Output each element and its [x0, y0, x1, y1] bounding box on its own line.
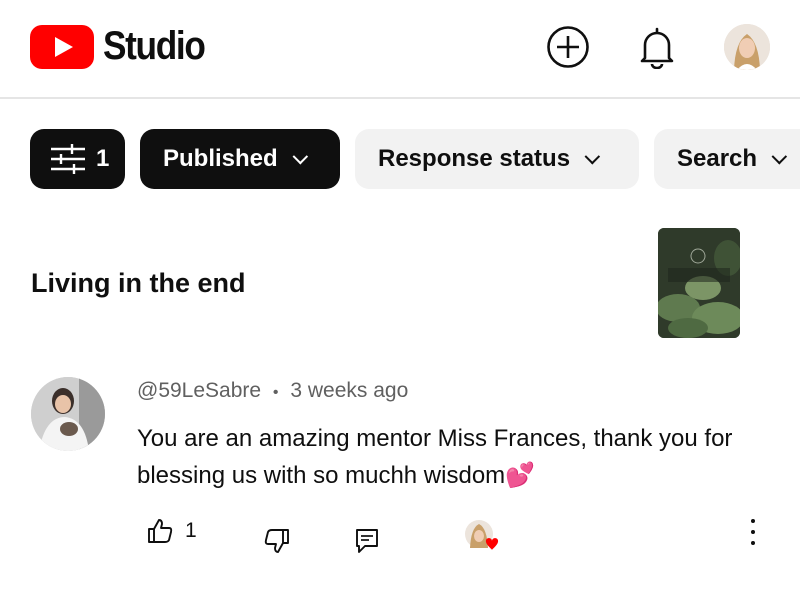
more-dot [751, 530, 755, 534]
creator-heart-icon [465, 520, 499, 550]
more-dot [751, 541, 755, 545]
sliders-icon [51, 144, 85, 174]
dislike-button[interactable] [264, 528, 290, 554]
create-icon [547, 26, 589, 68]
create-button[interactable] [545, 24, 591, 70]
chevron-down-icon [292, 148, 308, 164]
video-title[interactable]: Living in the end [31, 268, 246, 299]
avatar-image [31, 377, 105, 451]
reply-comment-icon [356, 529, 378, 553]
comment-time: 3 weeks ago [290, 379, 409, 402]
youtube-play-logo-icon [30, 24, 94, 69]
more-options-button[interactable] [745, 519, 761, 545]
account-avatar[interactable] [724, 24, 770, 70]
like-count: 1 [185, 519, 197, 542]
notifications-button[interactable] [634, 24, 680, 70]
filter-settings-button[interactable]: 1 [30, 129, 125, 189]
logo-text: Studio [103, 24, 206, 68]
top-app-bar: Studio [0, 0, 800, 99]
chip-label: Response status [378, 145, 571, 172]
thumbnail-image [658, 228, 740, 338]
chevron-down-icon [584, 148, 601, 164]
chip-label: Search [677, 145, 758, 172]
video-thumbnail[interactable] [658, 228, 740, 338]
chevron-down-icon [771, 148, 788, 164]
filter-bar: 1 Published Response status Search [0, 129, 800, 189]
comment-meta: @59LeSabre • 3 weeks ago [137, 379, 408, 403]
chip-published[interactable]: Published [140, 129, 340, 189]
thumbs-up-icon [148, 519, 173, 543]
meta-separator: • [272, 384, 279, 401]
avatar-image [724, 24, 770, 70]
chip-search[interactable]: Search [654, 129, 800, 189]
commenter-avatar[interactable] [31, 377, 105, 451]
creator-heart-button[interactable] [464, 519, 502, 553]
thumbs-down-icon [264, 529, 289, 553]
chip-label: Published [163, 145, 278, 172]
youtube-studio-logo[interactable]: Studio [30, 24, 218, 69]
comment-author[interactable]: @59LeSabre [137, 379, 261, 402]
chip-response-status[interactable]: Response status [355, 129, 639, 189]
like-button[interactable]: 1 [147, 518, 197, 544]
bell-icon [640, 27, 674, 69]
filter-count: 1 [96, 145, 110, 172]
reply-button[interactable] [355, 528, 379, 554]
more-dot [751, 519, 755, 523]
comment-text: You are an amazing mentor Miss Frances, … [137, 425, 733, 489]
